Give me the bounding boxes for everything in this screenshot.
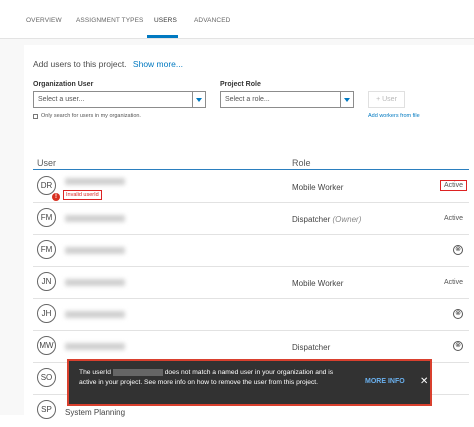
status-badge: Active [443,215,463,222]
redacted-user-name [65,178,125,185]
status-badge: Active [439,180,467,191]
toast-text-before: The userId [79,369,111,376]
toast-message: The userId does not match a named user i… [79,368,344,388]
add-user-button[interactable]: + User [368,91,405,108]
tab-bar: OVERVIEW ASSIGNMENT TYPES USERS ADVANCED [0,0,474,39]
org-user-dropdown-button[interactable] [192,92,205,107]
remove-icon[interactable]: ⊗ [453,309,463,319]
project-role-placeholder: Select a role... [225,96,270,103]
table-row[interactable]: FM Dispatcher (Owner) Active [33,203,469,235]
column-header-user[interactable]: User [37,158,56,168]
header-divider [33,169,469,170]
owner-tag: (Owner) [332,215,362,224]
table-row[interactable]: JN Mobile Worker Active [33,267,469,299]
remove-icon[interactable]: ⊗ [453,341,463,351]
redacted-user-name [65,215,125,222]
avatar: DR [37,176,56,195]
tab-advanced[interactable]: ADVANCED [194,17,230,24]
user-name: System Planning [65,408,126,417]
project-role-select[interactable]: Select a role... [220,91,354,108]
status-badge: Active [443,279,463,286]
error-toast: The userId does not match a named user i… [67,359,432,406]
avatar: FM [37,208,56,227]
role-cell: Dispatcher (Owner) [292,215,361,224]
chevron-down-icon [344,98,350,102]
table-row[interactable]: FM ⊗ [33,235,469,267]
invalid-userid-label: Invalid userId [63,190,102,200]
add-users-title: Add users to this project. [33,59,127,69]
role-text: Mobile Worker [292,279,344,288]
avatar: FM [37,240,56,259]
table-row[interactable]: JH ⊗ [33,299,469,331]
redacted-user-name [65,343,125,350]
role-text: Dispatcher [292,343,331,352]
only-org-label: Only search for users in my organization… [41,113,141,119]
tab-users[interactable]: USERS [154,17,177,24]
close-icon[interactable]: ✕ [420,376,428,387]
org-user-label: Organization User [33,81,94,88]
avatar: SP [37,400,56,419]
add-workers-from-file-link[interactable]: Add workers from file [368,113,420,119]
chevron-down-icon [196,98,202,102]
redacted-user-name [65,279,125,286]
more-info-link[interactable]: MORE INFO [365,378,405,385]
org-user-select[interactable]: Select a user... [33,91,206,108]
tab-assignment-types[interactable]: ASSIGNMENT TYPES [76,17,143,24]
tab-overview[interactable]: OVERVIEW [26,17,62,24]
role-text: Dispatcher [292,215,331,224]
active-tab-indicator [147,35,178,38]
add-users-heading: Add users to this project. Show more... [33,59,183,69]
table-row[interactable]: DR ! Invalid userId Mobile Worker Active [33,171,469,203]
redacted-user-name [65,311,125,318]
error-icon: ! [52,193,60,201]
project-role-label: Project Role [220,81,261,88]
column-header-role[interactable]: Role [292,158,311,168]
avatar: MW [37,336,56,355]
only-org-checkbox[interactable] [33,114,38,119]
show-more-link[interactable]: Show more... [133,59,183,69]
avatar: SO [37,368,56,387]
remove-icon[interactable]: ⊗ [453,245,463,255]
role-text: Mobile Worker [292,183,344,192]
redacted-userid [112,368,163,376]
avatar: JN [37,272,56,291]
redacted-user-name [65,247,125,254]
project-role-dropdown-button[interactable] [340,92,353,107]
org-user-placeholder: Select a user... [38,96,85,103]
avatar: JH [37,304,56,323]
